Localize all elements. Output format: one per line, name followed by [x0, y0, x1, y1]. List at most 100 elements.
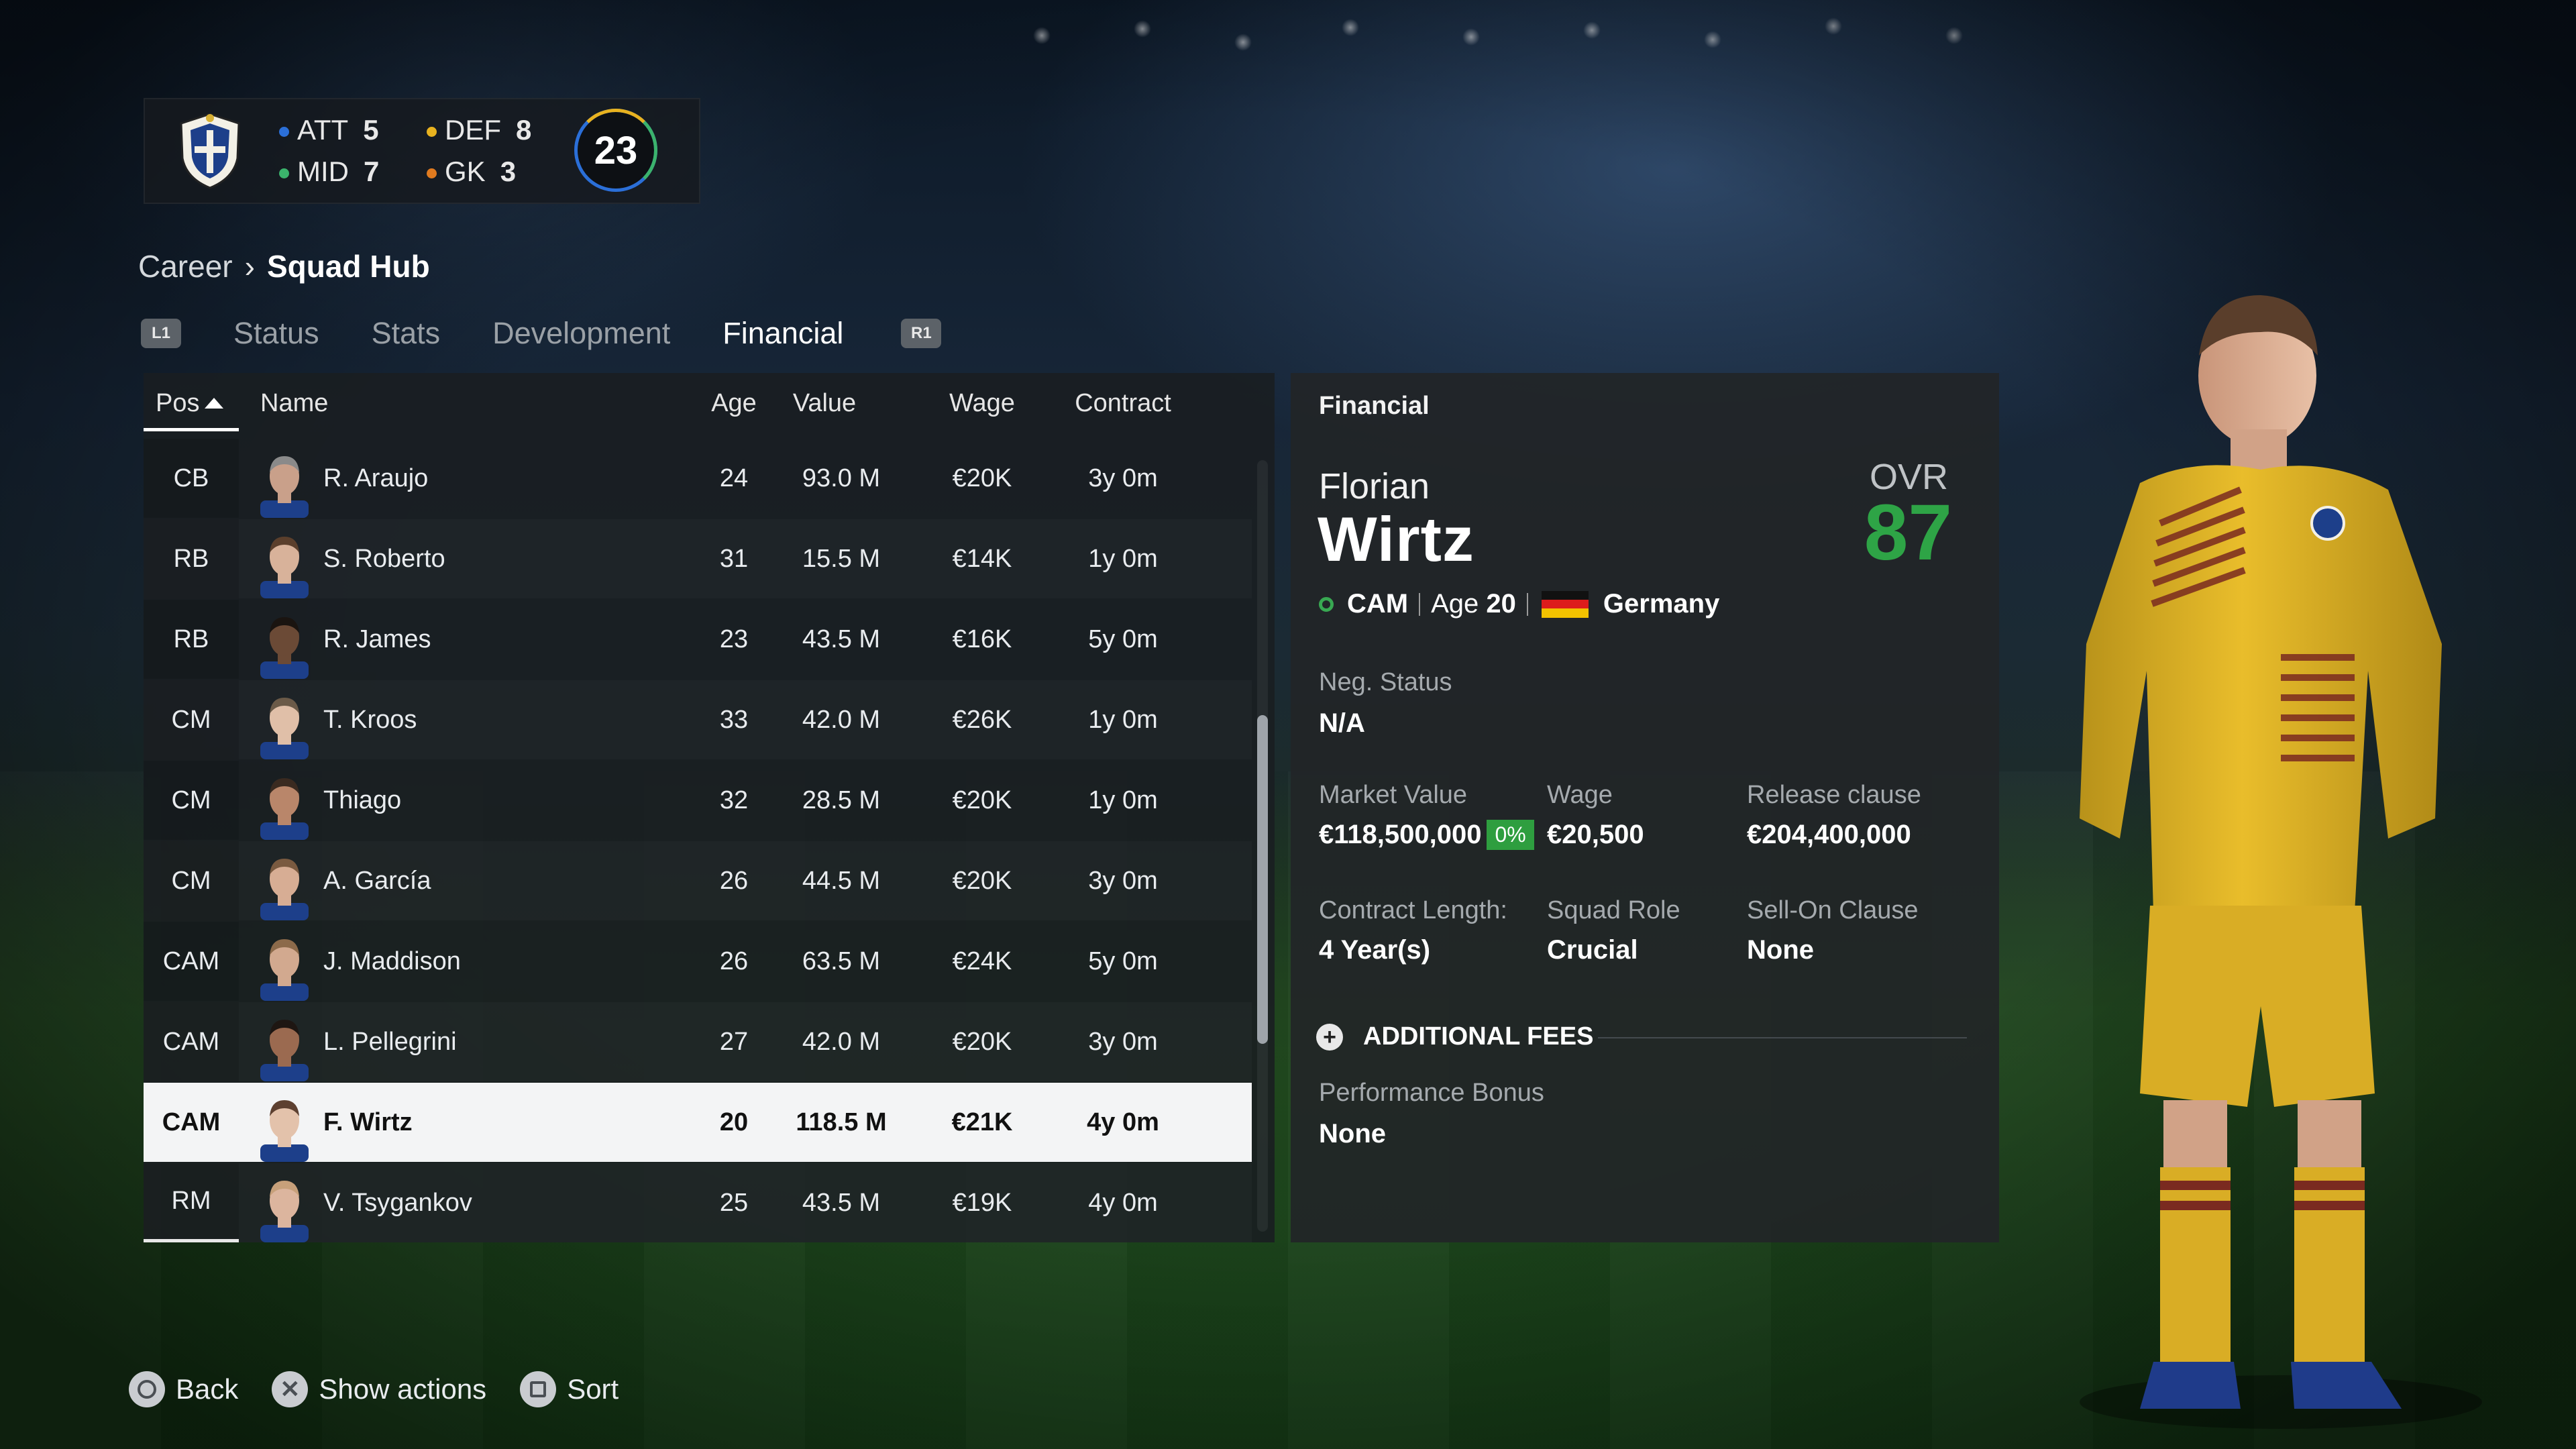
table-row[interactable]: RB R. James 23 43.5 M €16K 5y 0m	[144, 600, 1252, 679]
row-wage: €20K	[952, 464, 1012, 492]
row-age: 23	[719, 625, 749, 653]
ovr-rating: 87	[1864, 488, 1952, 577]
contract-length-label: Contract Length:	[1319, 896, 1507, 924]
table-scrollbar[interactable]	[1257, 460, 1268, 1232]
row-wage: €20K	[952, 1028, 1012, 1056]
header-contract[interactable]: Contract	[1056, 389, 1190, 418]
circle-button-icon	[129, 1371, 165, 1407]
scrollbar-thumb[interactable]	[1257, 715, 1268, 1044]
mid-dot-icon	[279, 168, 289, 179]
header-name[interactable]: Name	[260, 389, 328, 418]
back-label: Back	[176, 1373, 239, 1405]
att-count: ATT 5	[279, 114, 379, 146]
row-name: R. James	[323, 625, 431, 653]
def-label: DEF	[445, 114, 501, 146]
show-actions-button[interactable]: ✕ Show actions	[272, 1371, 486, 1407]
table-row[interactable]: CB R. Araujo 24 93.0 M €20K 3y 0m	[144, 439, 1252, 518]
breadcrumb-career[interactable]: Career	[138, 249, 233, 284]
row-name: V. Tsygankov	[323, 1189, 472, 1217]
table-row[interactable]: CM Thiago 32 28.5 M €20K 1y 0m	[144, 761, 1252, 840]
row-name: S. Roberto	[323, 545, 445, 573]
row-wage: €14K	[952, 545, 1012, 573]
player-model-image	[2080, 295, 2482, 1429]
row-wage: €26K	[952, 706, 1012, 734]
table-row[interactable]: CAM J. Maddison 26 63.5 M €24K 5y 0m	[144, 922, 1252, 1001]
row-position: CB	[144, 439, 239, 518]
panel-title: Financial	[1319, 392, 1430, 420]
neg-status-value: N/A	[1319, 708, 1365, 738]
squad-role-value: Crucial	[1547, 935, 1638, 965]
sort-label: Sort	[567, 1373, 619, 1405]
market-value-change-badge: 0%	[1487, 820, 1534, 850]
market-value-label: Market Value	[1319, 781, 1468, 809]
att-label: ATT	[297, 114, 349, 146]
tab-status[interactable]: Status	[233, 316, 319, 351]
gk-value: 3	[500, 156, 517, 187]
def-value: 8	[516, 114, 532, 146]
table-header: Pos Name Age Value Wage Contract	[144, 373, 1275, 431]
r1-button-icon[interactable]: R1	[901, 319, 942, 348]
row-wage: €16K	[952, 625, 1012, 653]
tab-financial[interactable]: Financial	[722, 316, 843, 351]
gk-count: GK 3	[427, 156, 516, 188]
player-face-icon	[260, 698, 309, 759]
club-crest-icon	[180, 113, 240, 189]
section-divider	[1598, 1037, 1967, 1038]
germany-flag-icon	[1541, 590, 1589, 618]
chevron-right-icon: ›	[244, 249, 255, 284]
player-face-icon	[260, 939, 309, 1001]
row-position: CM	[144, 761, 239, 840]
table-row[interactable]: RB S. Roberto 31 15.5 M €14K 1y 0m	[144, 519, 1252, 598]
header-age[interactable]: Age	[692, 389, 775, 418]
row-contract: 4y 0m	[1088, 1189, 1158, 1217]
gk-label: GK	[445, 156, 486, 187]
wage-label: Wage	[1547, 781, 1613, 809]
def-dot-icon	[427, 127, 437, 138]
header-wage[interactable]: Wage	[922, 389, 1042, 418]
show-actions-label: Show actions	[319, 1373, 487, 1405]
performance-bonus-label: Performance Bonus	[1319, 1079, 1544, 1107]
header-pos-label: Pos	[156, 389, 200, 417]
row-contract: 3y 0m	[1088, 867, 1158, 895]
sort-ascending-icon	[205, 398, 224, 409]
row-contract: 5y 0m	[1088, 947, 1158, 975]
tab-development[interactable]: Development	[492, 316, 670, 351]
l1-button-icon[interactable]: L1	[141, 319, 181, 348]
age-label: Age	[1431, 589, 1479, 619]
row-position: RB	[144, 600, 239, 679]
row-position: RM	[144, 1163, 239, 1242]
contract-length-value: 4 Year(s)	[1319, 935, 1431, 965]
row-age: 26	[719, 867, 749, 895]
row-age: 25	[719, 1189, 749, 1217]
back-button[interactable]: Back	[129, 1371, 238, 1407]
tab-stats[interactable]: Stats	[372, 316, 441, 351]
meta-divider	[1419, 592, 1421, 616]
row-age: 20	[719, 1108, 749, 1136]
row-position: CAM	[144, 922, 239, 1001]
cross-button-icon: ✕	[272, 1371, 309, 1407]
table-row[interactable]: RM V. Tsygankov 25 43.5 M €19K 4y 0m	[144, 1163, 1252, 1242]
row-age: 32	[719, 786, 749, 814]
row-value: 42.0 M	[802, 706, 881, 734]
sort-underline	[144, 428, 239, 431]
row-age: 27	[719, 1028, 749, 1056]
header-value[interactable]: Value	[774, 389, 875, 418]
additional-fees-toggle[interactable]: + ADDITIONAL FEES	[1316, 1022, 1593, 1051]
row-name: R. Araujo	[323, 464, 429, 492]
table-row[interactable]: CM T. Kroos 33 42.0 M €26K 1y 0m	[144, 680, 1252, 759]
row-contract: 5y 0m	[1088, 625, 1158, 653]
table-row[interactable]: CM A. García 26 44.5 M €20K 3y 0m	[144, 841, 1252, 920]
row-contract: 1y 0m	[1088, 706, 1158, 734]
row-age: 31	[719, 545, 749, 573]
wage-value: €20,500	[1547, 820, 1644, 849]
header-pos[interactable]: Pos	[156, 389, 224, 418]
row-position: CM	[144, 841, 239, 920]
player-meta: CAM Age 20 Germany	[1319, 589, 1719, 619]
row-wage: €20K	[952, 867, 1012, 895]
player-last-name: Wirtz	[1318, 504, 1474, 574]
table-row[interactable]: CAM L. Pellegrini 27 42.0 M €20K 3y 0m	[144, 1002, 1252, 1081]
row-contract: 1y 0m	[1088, 786, 1158, 814]
table-row[interactable]: CAM F. Wirtz 20 118.5 M €21K 4y 0m	[144, 1083, 1252, 1162]
sort-button[interactable]: Sort	[520, 1371, 619, 1407]
row-value: 42.0 M	[802, 1028, 881, 1056]
